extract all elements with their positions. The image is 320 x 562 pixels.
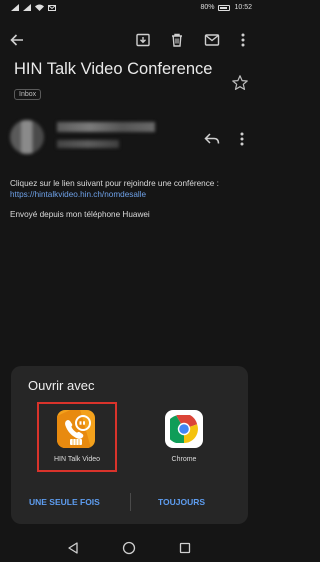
email-signature: Envoyé depuis mon téléphone Huawei bbox=[10, 210, 150, 219]
signal-icon bbox=[23, 4, 31, 11]
just-once-button[interactable]: UNE SEULE FOIS bbox=[29, 497, 100, 507]
trash-icon bbox=[172, 33, 182, 47]
mail-icon bbox=[204, 34, 220, 46]
open-with-sheet: Ouvrir avec HIN Talk Video Chrome UNE SE… bbox=[11, 366, 248, 524]
wifi-icon bbox=[35, 4, 44, 11]
clock: 10:52 bbox=[234, 4, 252, 11]
status-icons-left bbox=[11, 4, 56, 11]
arrow-back-icon bbox=[10, 34, 23, 46]
always-button[interactable]: TOUJOURS bbox=[158, 497, 205, 507]
app-option-hin-talk-video[interactable]: HIN Talk Video bbox=[37, 402, 117, 472]
sender-avatar bbox=[10, 120, 44, 154]
nav-back-button[interactable] bbox=[65, 540, 81, 556]
toolbar bbox=[0, 26, 260, 54]
star-button[interactable] bbox=[231, 74, 251, 94]
nav-home-button[interactable] bbox=[121, 540, 137, 556]
more-vert-icon bbox=[240, 132, 244, 146]
message-more-button[interactable] bbox=[233, 128, 251, 150]
battery-percent: 80% bbox=[200, 4, 215, 11]
signal-icon bbox=[11, 4, 19, 11]
battery-icon bbox=[218, 4, 231, 11]
sheet-title: Ouvrir avec bbox=[28, 378, 95, 393]
email-subject: HIN Talk Video Conference bbox=[14, 60, 213, 78]
sender-name-redacted bbox=[57, 122, 155, 132]
button-divider bbox=[130, 493, 131, 511]
more-options-button[interactable] bbox=[231, 28, 255, 52]
chrome-icon bbox=[165, 410, 203, 448]
body-text: Cliquez sur le lien suivant pour rejoind… bbox=[10, 179, 219, 188]
app-option-chrome[interactable]: Chrome bbox=[149, 402, 219, 472]
star-icon bbox=[232, 75, 248, 90]
archive-icon bbox=[136, 33, 150, 47]
back-button[interactable] bbox=[5, 28, 29, 52]
archive-button[interactable] bbox=[131, 28, 155, 52]
reply-icon bbox=[204, 133, 220, 144]
delete-button[interactable] bbox=[165, 28, 189, 52]
status-icons-right: 80% 10:52 bbox=[200, 4, 252, 11]
more-vert-icon bbox=[241, 33, 245, 47]
inbox-label[interactable]: Inbox bbox=[14, 89, 42, 100]
square-recents-icon bbox=[179, 542, 191, 554]
status-bar: 80% 10:52 bbox=[0, 0, 260, 18]
email-body: Cliquez sur le lien suivant pour rejoind… bbox=[10, 178, 250, 200]
reply-button[interactable] bbox=[201, 128, 223, 150]
circle-home-icon bbox=[122, 541, 136, 555]
app-label: HIN Talk Video bbox=[53, 456, 101, 463]
sender-row bbox=[0, 118, 260, 160]
nav-recents-button[interactable] bbox=[177, 540, 193, 556]
hin-talk-video-icon bbox=[57, 410, 95, 448]
recipient-redacted bbox=[57, 140, 119, 148]
triangle-back-icon bbox=[68, 542, 78, 554]
mail-notification-icon bbox=[48, 4, 56, 11]
conference-link[interactable]: https://hintalkvideo.hin.ch/nomdesalle bbox=[10, 190, 146, 199]
mark-unread-button[interactable] bbox=[200, 28, 224, 52]
navigation-bar bbox=[0, 534, 260, 562]
app-label: Chrome bbox=[171, 456, 197, 463]
